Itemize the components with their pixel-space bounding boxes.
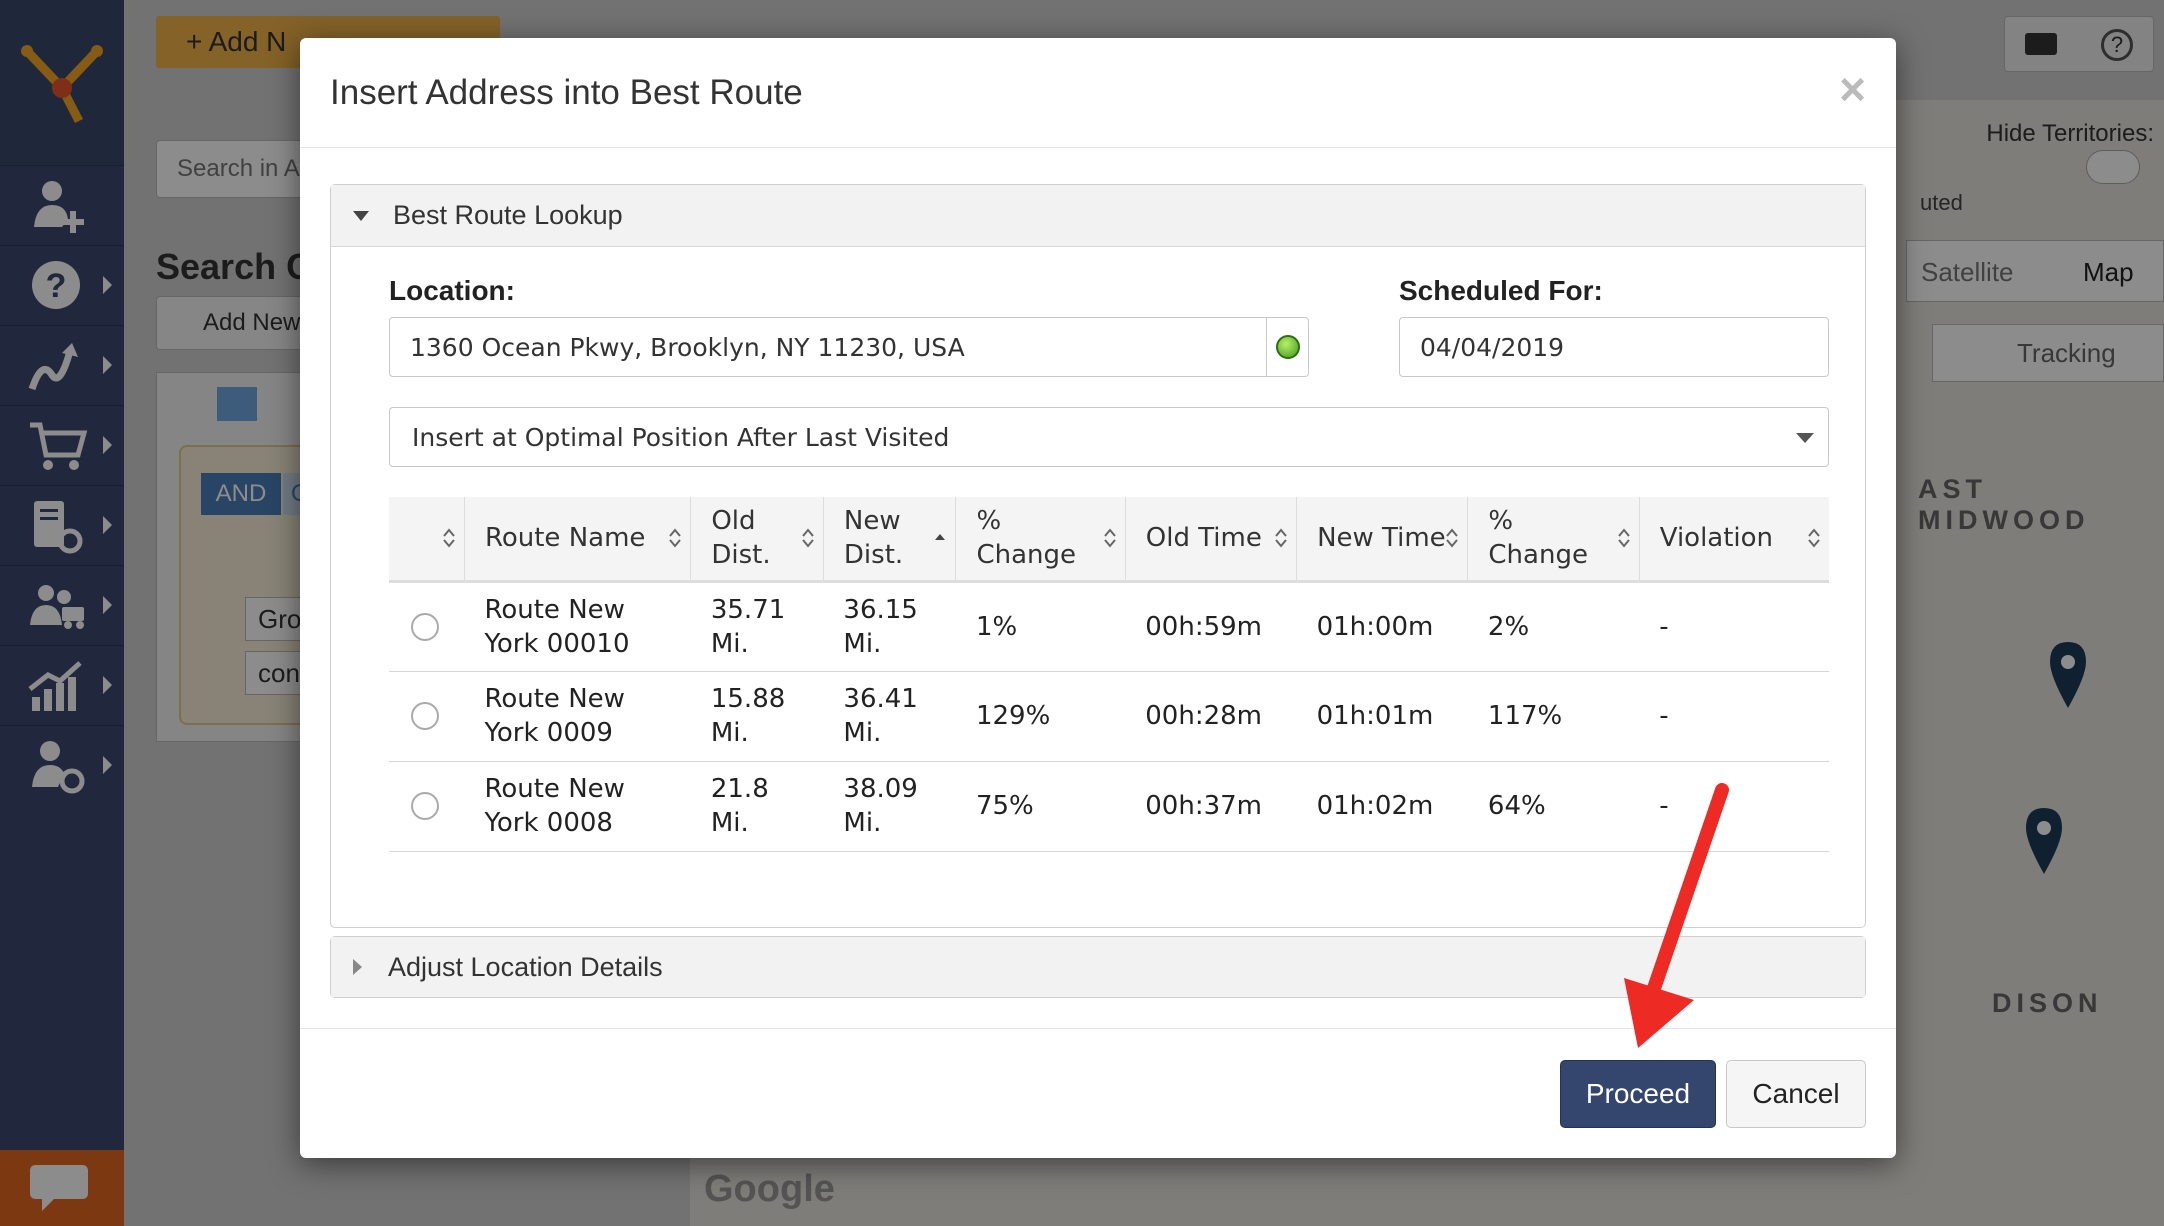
- route-name-cell: Route New York 0009: [464, 671, 691, 762]
- location-label: Location:: [389, 275, 515, 306]
- select-column-header[interactable]: [389, 497, 465, 583]
- chevron-down-icon: [1796, 433, 1814, 443]
- old-dist-column-header[interactable]: Old Dist.: [690, 497, 824, 583]
- table-row[interactable]: Route New York 0009 15.88 Mi. 36.41 Mi. …: [389, 671, 1829, 762]
- new-time-column-header[interactable]: New Time: [1296, 497, 1469, 583]
- proceed-button[interactable]: Proceed: [1560, 1060, 1716, 1128]
- panel-title: Adjust Location Details: [388, 951, 663, 982]
- scheduled-date-value: 04/04/2019: [1420, 332, 1565, 362]
- route-radio[interactable]: [411, 612, 439, 641]
- insert-position-select[interactable]: Insert at Optimal Position After Last Vi…: [389, 407, 1829, 467]
- sort-icon[interactable]: [1617, 526, 1631, 550]
- dist-change-cell: 129%: [955, 671, 1126, 762]
- location-field[interactable]: 1360 Ocean Pkwy, Brooklyn, NY 11230, USA: [389, 317, 1309, 377]
- sort-icon[interactable]: [442, 526, 456, 550]
- old-time-cell: 00h:28m: [1125, 671, 1297, 762]
- location-status-icon: [1266, 318, 1308, 376]
- route-name-cell: Route New York 0008: [464, 761, 691, 852]
- sort-icon[interactable]: [1445, 526, 1459, 550]
- expand-triangle-icon: [353, 959, 362, 975]
- dialog-title: Insert Address into Best Route: [330, 73, 803, 112]
- time-change-cell: 2%: [1467, 581, 1640, 672]
- route-radio[interactable]: [411, 792, 439, 820]
- sort-icon[interactable]: [801, 526, 815, 550]
- sort-icon[interactable]: [1103, 526, 1117, 550]
- scheduled-date-field[interactable]: 04/04/2019: [1399, 317, 1829, 377]
- route-name-column-header[interactable]: Route Name: [464, 497, 692, 583]
- old-dist-cell: 35.71 Mi.: [690, 581, 824, 672]
- sort-icon[interactable]: [668, 526, 682, 550]
- dialog-header: Insert Address into Best Route ×: [300, 38, 1896, 148]
- old-dist-cell: 15.88 Mi.: [690, 671, 824, 762]
- sort-icon[interactable]: [1274, 526, 1288, 550]
- annotation-arrow-icon: [1624, 783, 1729, 1048]
- dist-change-column-header[interactable]: % Change: [955, 497, 1126, 583]
- dist-change-cell: 1%: [955, 581, 1126, 672]
- time-change-cell: 117%: [1467, 671, 1640, 762]
- route-radio[interactable]: [411, 702, 439, 730]
- new-time-cell: 01h:01m: [1296, 671, 1468, 762]
- time-change-column-header[interactable]: % Change: [1467, 497, 1640, 583]
- violation-cell: -: [1639, 671, 1829, 762]
- old-dist-cell: 21.8 Mi.: [690, 761, 824, 852]
- sort-ascending-icon[interactable]: [933, 526, 947, 550]
- best-route-lookup-header[interactable]: Best Route Lookup: [331, 185, 1865, 247]
- old-time-cell: 00h:59m: [1125, 581, 1297, 672]
- panel-title: Best Route Lookup: [393, 200, 623, 230]
- new-dist-cell: 36.41 Mi.: [823, 671, 956, 762]
- sort-icon[interactable]: [1807, 526, 1821, 550]
- new-dist-column-header[interactable]: New Dist.: [823, 497, 957, 583]
- collapse-triangle-icon: [353, 210, 369, 221]
- scheduled-for-label: Scheduled For:: [1399, 275, 1603, 306]
- new-time-cell: 01h:00m: [1296, 581, 1468, 672]
- new-dist-cell: 38.09 Mi.: [823, 761, 956, 852]
- insert-position-value: Insert at Optimal Position After Last Vi…: [412, 422, 950, 452]
- violation-column-header[interactable]: Violation: [1639, 497, 1829, 583]
- old-time-column-header[interactable]: Old Time: [1125, 497, 1298, 583]
- route-name-cell: Route New York 00010: [464, 581, 691, 672]
- close-icon[interactable]: ×: [1839, 62, 1866, 116]
- violation-cell: -: [1639, 581, 1829, 672]
- location-value: 1360 Ocean Pkwy, Brooklyn, NY 11230, USA: [410, 332, 965, 362]
- old-time-cell: 00h:37m: [1125, 761, 1297, 852]
- dist-change-cell: 75%: [955, 761, 1126, 852]
- cancel-button[interactable]: Cancel: [1726, 1060, 1866, 1128]
- new-time-cell: 01h:02m: [1296, 761, 1468, 852]
- new-dist-cell: 36.15 Mi.: [823, 581, 956, 672]
- table-row[interactable]: Route New York 00010 35.71 Mi. 36.15 Mi.…: [389, 581, 1829, 672]
